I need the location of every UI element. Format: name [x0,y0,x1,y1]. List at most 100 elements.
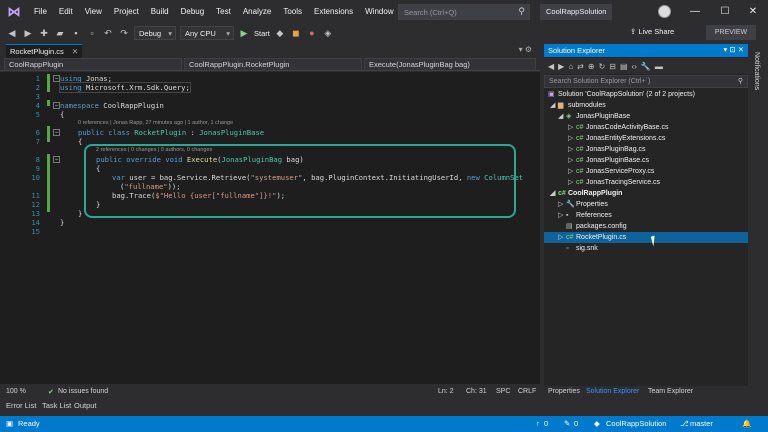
tab-properties[interactable]: Properties [548,388,580,395]
project-dropdown[interactable]: CoolRappPlugin [4,58,182,71]
collapse-icon[interactable]: ⊟ [609,62,616,71]
collapse-arrow-icon[interactable]: ▷ [568,144,576,155]
visual-studio-logo-icon[interactable]: ⋈ [0,0,28,24]
notifications-strip[interactable]: Notifications [750,44,768,398]
new-project-icon[interactable]: ✚ [38,28,50,39]
branch-icon[interactable]: ⎇ [680,419,689,428]
collapse-arrow-icon[interactable]: ▷ [568,166,576,177]
menu-edit[interactable]: Edit [53,0,79,24]
fold-toggle-icon[interactable]: − [53,75,60,82]
repository-icon[interactable]: ◆ [594,419,600,428]
start-icon[interactable]: ▶ [238,28,250,39]
live-share-button[interactable]: ⇪ Live Share [630,27,674,36]
start-button[interactable]: Start [254,29,270,38]
open-folder-icon[interactable]: ▰ [54,28,66,39]
preview-button[interactable]: PREVIEW [706,25,756,40]
issues-status[interactable]: No issues found [58,388,108,395]
notification-bell-icon[interactable]: 🔔 [742,419,751,428]
extension-icon-4[interactable]: ◈ [322,28,334,39]
undo-icon[interactable]: ↶ [102,28,114,39]
tree-item-submodules[interactable]: ◢ ▆ submodules [544,100,748,111]
menu-project[interactable]: Project [108,0,145,24]
changes-count[interactable]: 0 [574,419,578,428]
collapse-arrow-icon[interactable]: ▷ [558,199,566,210]
tree-item-coolrappplugin[interactable]: ◢ c# CoolRappPlugin [544,188,748,199]
avatar[interactable] [658,5,671,18]
save-all-icon[interactable]: ▫ [86,28,98,38]
expand-icon[interactable]: ◢ [558,111,566,122]
view-code-icon[interactable]: ‹› [632,62,637,71]
solution-search-input[interactable]: Search Solution Explorer (Ctrl+´) ⚲ [544,75,748,88]
class-dropdown[interactable]: CoolRappPlugin.RocketPlugin [184,58,362,71]
fold-toggle-icon[interactable]: − [53,129,60,136]
unpushed-count[interactable]: 0 [544,419,548,428]
branch-name[interactable]: master [690,419,713,428]
forward-icon[interactable]: ▶ [558,62,564,71]
tab-task-list[interactable]: Task List [42,401,71,410]
tree-item-file[interactable]: ▷ c# JonasEntityExtensions.cs [544,133,748,144]
show-files-icon[interactable]: ▤ [620,62,628,71]
menu-analyze[interactable]: Analyze [237,0,277,24]
menu-test[interactable]: Test [210,0,237,24]
expand-icon[interactable]: ◢ [550,100,558,111]
tab-error-list[interactable]: Error List [6,401,36,410]
properties-icon[interactable]: 🔧 [641,62,651,71]
menu-debug[interactable]: Debug [175,0,211,24]
close-tab-icon[interactable]: ✕ [72,47,78,56]
tree-item-file[interactable]: ▷ c# JonasPluginBag.cs [544,144,748,155]
back-icon[interactable]: ◀ [6,28,18,39]
extension-icon-1[interactable]: ◆ [274,28,286,39]
close-icon[interactable]: ✕ [738,0,768,24]
tree-item-file[interactable]: ▷ c# JonasTracingService.cs [544,177,748,188]
maximize-icon[interactable]: ☐ [710,0,740,24]
tree-item-file[interactable]: ▷ c# JonasPluginBase.cs [544,155,748,166]
tree-item-packages-config[interactable]: ▤ packages.config [544,221,748,232]
tree-item-rocketplugin[interactable]: ▷ c# RocketPlugin.cs [544,232,748,243]
tree-item-solution[interactable]: ▣ Solution 'CoolRappSolution' (2 of 2 pro… [544,89,748,100]
fold-toggle-icon[interactable]: − [53,156,60,163]
pane-controls-icon[interactable]: ▾ ⊡ ✕ [723,45,744,54]
preview-selected-icon[interactable]: ▬ [655,62,663,71]
collapse-arrow-icon[interactable]: ▷ [568,177,576,188]
zoom-level[interactable]: 100 % [6,388,26,395]
redo-icon[interactable]: ↷ [118,28,130,39]
menu-file[interactable]: File [28,0,53,24]
back-icon[interactable]: ◀ [548,62,554,71]
search-input[interactable]: Search (Ctrl+Q) ⚲ [398,4,530,20]
tree-item-file[interactable]: ▷ c# JonasCodeActivityBase.cs [544,122,748,133]
sync-icon[interactable]: ⇄ [577,62,584,71]
pencil-icon[interactable]: ✎ [564,419,570,428]
collapse-arrow-icon[interactable]: ▷ [568,133,576,144]
pending-changes-icon[interactable]: ⊕ [588,62,595,71]
minimize-icon[interactable]: — [680,0,710,24]
member-dropdown[interactable]: Execute(JonasPluginBag bag) [364,58,536,71]
collapse-arrow-icon[interactable]: ▷ [558,232,566,243]
tab-team-explorer[interactable]: Team Explorer [648,388,693,395]
tree-item-jonaspluginbase[interactable]: ◢ ◈ JonasPluginBase [544,111,748,122]
configuration-dropdown[interactable]: Debug [134,26,176,40]
collapse-arrow-icon[interactable]: ▷ [568,155,576,166]
tree-item-references[interactable]: ▷ ▪ References [544,210,748,221]
menu-build[interactable]: Build [145,0,175,24]
repository-name[interactable]: CoolRappSolution [606,419,666,428]
fold-toggle-icon[interactable]: − [53,102,60,109]
tree-item-file[interactable]: ▷ c# JonasServiceProxy.cs [544,166,748,177]
menu-window[interactable]: Window [359,0,399,24]
forward-icon[interactable]: ▶ [22,28,34,39]
tab-overflow-icon[interactable]: ▾ ⚙ [519,45,532,54]
extension-icon-3[interactable]: ● [306,28,318,38]
menu-tools[interactable]: Tools [277,0,308,24]
collapse-arrow-icon[interactable]: ▷ [568,122,576,133]
tree-item-properties[interactable]: ▷ 🔧Properties [544,199,748,210]
tab-rocketplugin[interactable]: RocketPlugin.cs ✕ [6,44,83,58]
line-ending-indicator[interactable]: CRLF [518,388,536,395]
code-editor[interactable]: 1 2 3 4 5 6 7 8 9 10 11 12 13 14 15 − − … [0,72,540,384]
home-icon[interactable]: ⌂ [568,62,573,71]
tab-output[interactable]: Output [74,401,97,410]
save-icon[interactable]: ▪ [70,28,82,38]
menu-extensions[interactable]: Extensions [308,0,359,24]
expand-icon[interactable]: ◢ [550,188,558,199]
menu-view[interactable]: View [79,0,108,24]
codelens-class[interactable]: 0 references | Jonas Rapp, 27 minutes ag… [78,120,233,126]
platform-dropdown[interactable]: Any CPU [180,26,234,40]
